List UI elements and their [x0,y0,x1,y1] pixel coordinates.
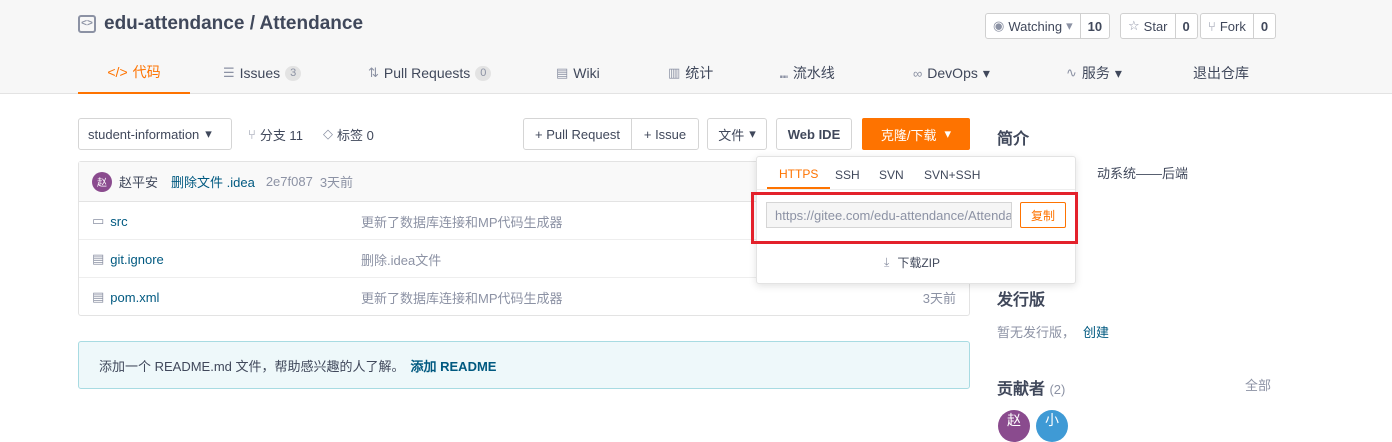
repo-icon: <> [78,15,96,33]
fork-button-group[interactable]: ⑂ Fork 0 [1200,13,1277,39]
infinity-icon: ∞ [913,65,923,81]
releases-text: 暂无发行版， 创建 [997,325,1110,340]
intro-heading: 简介 [997,131,1030,148]
caret-down-icon: ▾ [1114,64,1122,81]
watch-count[interactable]: 10 [1081,14,1109,38]
web-ide-button[interactable]: Web IDE [776,118,852,150]
file-commit-message[interactable]: 更新了数据库连接和MP代码生成器 [361,278,563,316]
tag-icon: ◇ [323,126,333,141]
caret-down-icon: ▾ [1066,18,1073,33]
caret-down-icon: ▾ [944,126,952,141]
commit-message[interactable]: 删除文件 .idea [171,172,255,191]
fork-button[interactable]: ⑂ Fork [1201,14,1254,38]
file-name[interactable]: pom.xml [110,290,159,305]
file-menu-button[interactable]: 文件 ▾ [707,118,767,150]
issues-icon: ☰ [223,65,235,80]
caret-down-icon: ▾ [205,126,212,141]
avatar[interactable]: 小 [1036,410,1068,442]
clone-download-button[interactable]: 克隆/下载 ▾ [862,118,970,150]
highlight-box [751,192,1078,244]
tab-code[interactable]: </> 代码 [78,52,190,94]
commit-time: 3天前 [319,175,354,190]
pull-request-icon: ⇅ [368,65,379,80]
star-button-group[interactable]: ☆ Star 0 [1120,13,1198,39]
code-icon: </> [107,64,128,80]
wiki-icon: ▤ [556,65,569,80]
tab-svn-ssh[interactable]: SVN+SSH [924,161,980,189]
divider [757,189,1075,190]
branch-icon: ⑂ [248,126,256,142]
add-readme-link[interactable]: 添加 README [411,356,497,375]
tab-ssh[interactable]: SSH [835,161,860,189]
star-icon: ☆ [1128,18,1140,33]
avatar[interactable]: 赵 [998,410,1030,442]
tab-https[interactable]: HTTPS [767,161,831,189]
pulse-icon: ∿ [1066,65,1077,80]
star-button[interactable]: ☆ Star [1121,14,1176,38]
star-count[interactable]: 0 [1176,14,1197,38]
repo-tabs: </> 代码 ☰ Issues 3 ⇅ Pull Requests 0 ▤ Wi… [78,52,1278,94]
download-zip-button[interactable]: ⤓ 下载ZIP [884,254,940,271]
caret-down-icon: ▾ [982,64,990,81]
releases-heading: 发行版 [997,292,1046,309]
repo-toolbar: student-information ▾ ⑂ 分支 11 ◇ 标签 0 + P… [78,118,970,150]
tab-svn[interactable]: SVN [879,161,904,189]
file-name[interactable]: src [110,214,127,229]
branches-link[interactable]: ⑂ 分支 11 [248,118,303,150]
tab-services[interactable]: ∿ 服务 ▾ [1066,52,1122,94]
folder-icon: ▭ [92,213,105,228]
caret-down-icon: ▾ [749,126,756,141]
tags-link[interactable]: ◇ 标签 0 [323,118,374,150]
tab-pipeline[interactable]: ⑉ 流水线 [780,52,835,94]
file-commit-message[interactable]: 删除.idea文件 [361,240,441,278]
download-icon: ⤓ [884,255,890,269]
file-icon: ▤ [92,289,105,304]
tab-devops[interactable]: ∞ DevOps ▾ [913,52,990,94]
contributors-all-link[interactable]: 全部 [1245,375,1271,394]
fork-count[interactable]: 0 [1254,14,1275,38]
readme-notice: 添加一个 README.md 文件，帮助感兴趣的人了解。 添加 README [78,341,970,389]
pull-requests-count-badge: 0 [475,65,492,81]
tab-issues[interactable]: ☰ Issues 3 [223,52,302,94]
commit-author[interactable]: 赵平安 [119,172,158,191]
file-icon: ▤ [92,251,105,266]
new-issue-button[interactable]: + Issue [631,118,699,150]
chart-icon: ▥ [668,65,681,80]
pipeline-icon: ⑉ [780,65,788,81]
eye-icon: ◉ [993,18,1005,33]
branch-select[interactable]: student-information ▾ [78,118,232,150]
file-name[interactable]: git.ignore [110,252,163,267]
contributors-count: (2) [1049,382,1066,397]
contributors-heading: 贡献者 (2) [997,381,1066,398]
repo-header: <> edu-attendance / Attendance ◉ Watching… [0,0,1392,94]
commit-hash[interactable]: 2e7f087 [266,174,313,189]
watch-button[interactable]: ◉ Watching ▾ [986,14,1081,38]
watch-button-group[interactable]: ◉ Watching ▾ 10 [985,13,1111,39]
tab-statistics[interactable]: ▥ 统计 [668,52,713,94]
repo-title-text[interactable]: edu-attendance / Attendance [104,13,363,35]
create-release-link[interactable]: 创建 [1083,325,1109,340]
tab-wiki[interactable]: ▤ Wiki [556,52,600,94]
fork-icon: ⑂ [1208,18,1216,34]
repo-title[interactable]: <> edu-attendance / Attendance [78,13,363,35]
intro-text: 动系统——后端 [1097,166,1189,181]
new-pull-request-button[interactable]: + Pull Request [523,118,632,150]
tab-exit-repo[interactable]: 退出仓库 [1193,52,1249,94]
tab-pull-requests[interactable]: ⇅ Pull Requests 0 [368,52,492,94]
issues-count-badge: 3 [285,65,302,81]
avatar[interactable]: 赵 [92,171,112,192]
readme-notice-text: 添加一个 README.md 文件，帮助感兴趣的人了解。 [99,358,405,374]
file-commit-message[interactable]: 更新了数据库连接和MP代码生成器 [361,202,563,240]
